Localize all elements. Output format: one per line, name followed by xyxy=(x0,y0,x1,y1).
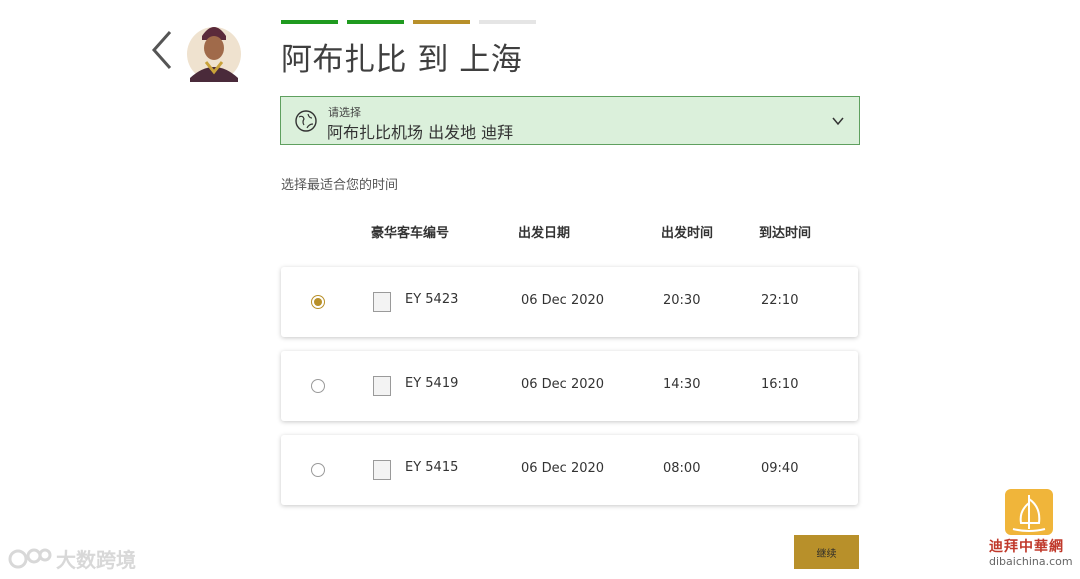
location-select-hint: 请选择 xyxy=(328,106,361,119)
location-select-value: 阿布扎比机场 出发地 迪拜 xyxy=(327,123,514,142)
column-header-depart: 出发时间 xyxy=(661,226,714,241)
chevron-down-icon xyxy=(832,117,844,126)
option-number: EY 5419 xyxy=(405,376,459,391)
progress-steps xyxy=(281,20,536,24)
watermark-left: 大数跨境 xyxy=(8,544,136,573)
location-select[interactable]: 请选择 阿布扎比机场 出发地 迪拜 xyxy=(280,96,860,145)
column-header-number: 豪华客车编号 xyxy=(371,226,450,241)
watermark-right-url: dibaichina.com xyxy=(989,555,1073,568)
option-arrive-time: 09:40 xyxy=(761,461,799,476)
instruction-text: 选择最适合您的时间 xyxy=(281,178,399,193)
column-header-date: 出发日期 xyxy=(518,226,571,241)
option-number: EY 5423 xyxy=(405,292,459,307)
progress-step xyxy=(479,20,536,24)
progress-step xyxy=(281,20,338,24)
back-button[interactable] xyxy=(148,28,178,72)
option-arrive-time: 16:10 xyxy=(761,377,799,392)
broken-image-icon xyxy=(373,376,391,396)
option-card[interactable]: EY 5423 06 Dec 2020 20:30 22:10 xyxy=(281,267,858,337)
option-radio[interactable] xyxy=(311,379,325,393)
option-date: 06 Dec 2020 xyxy=(521,293,605,308)
watermark-logo-icon xyxy=(8,548,52,568)
watermark-left-text: 大数跨境 xyxy=(56,548,136,572)
page-title: 阿布扎比 到 上海 xyxy=(281,42,523,78)
option-date: 06 Dec 2020 xyxy=(521,461,605,476)
option-card[interactable]: EY 5419 06 Dec 2020 14:30 16:10 xyxy=(281,351,858,421)
option-depart-time: 20:30 xyxy=(663,293,701,308)
option-depart-time: 14:30 xyxy=(663,377,701,392)
option-radio[interactable] xyxy=(311,295,325,309)
watermark-logo xyxy=(1005,489,1053,535)
broken-image-icon xyxy=(373,292,391,312)
globe-icon xyxy=(295,110,317,132)
option-arrive-time: 22:10 xyxy=(761,293,799,308)
progress-step xyxy=(347,20,404,24)
column-header-arrive: 到达时间 xyxy=(759,226,812,241)
option-card[interactable]: EY 5415 06 Dec 2020 08:00 09:40 xyxy=(281,435,858,505)
option-radio[interactable] xyxy=(311,463,325,477)
continue-button[interactable]: 继续 xyxy=(794,535,859,569)
option-number: EY 5415 xyxy=(405,460,459,475)
watermark-right-text: 迪拜中華網 xyxy=(989,539,1064,555)
broken-image-icon xyxy=(373,460,391,480)
option-depart-time: 08:00 xyxy=(663,461,701,476)
option-date: 06 Dec 2020 xyxy=(521,377,605,392)
avatar xyxy=(186,16,242,82)
progress-step xyxy=(413,20,470,24)
chevron-left-icon xyxy=(151,31,172,69)
